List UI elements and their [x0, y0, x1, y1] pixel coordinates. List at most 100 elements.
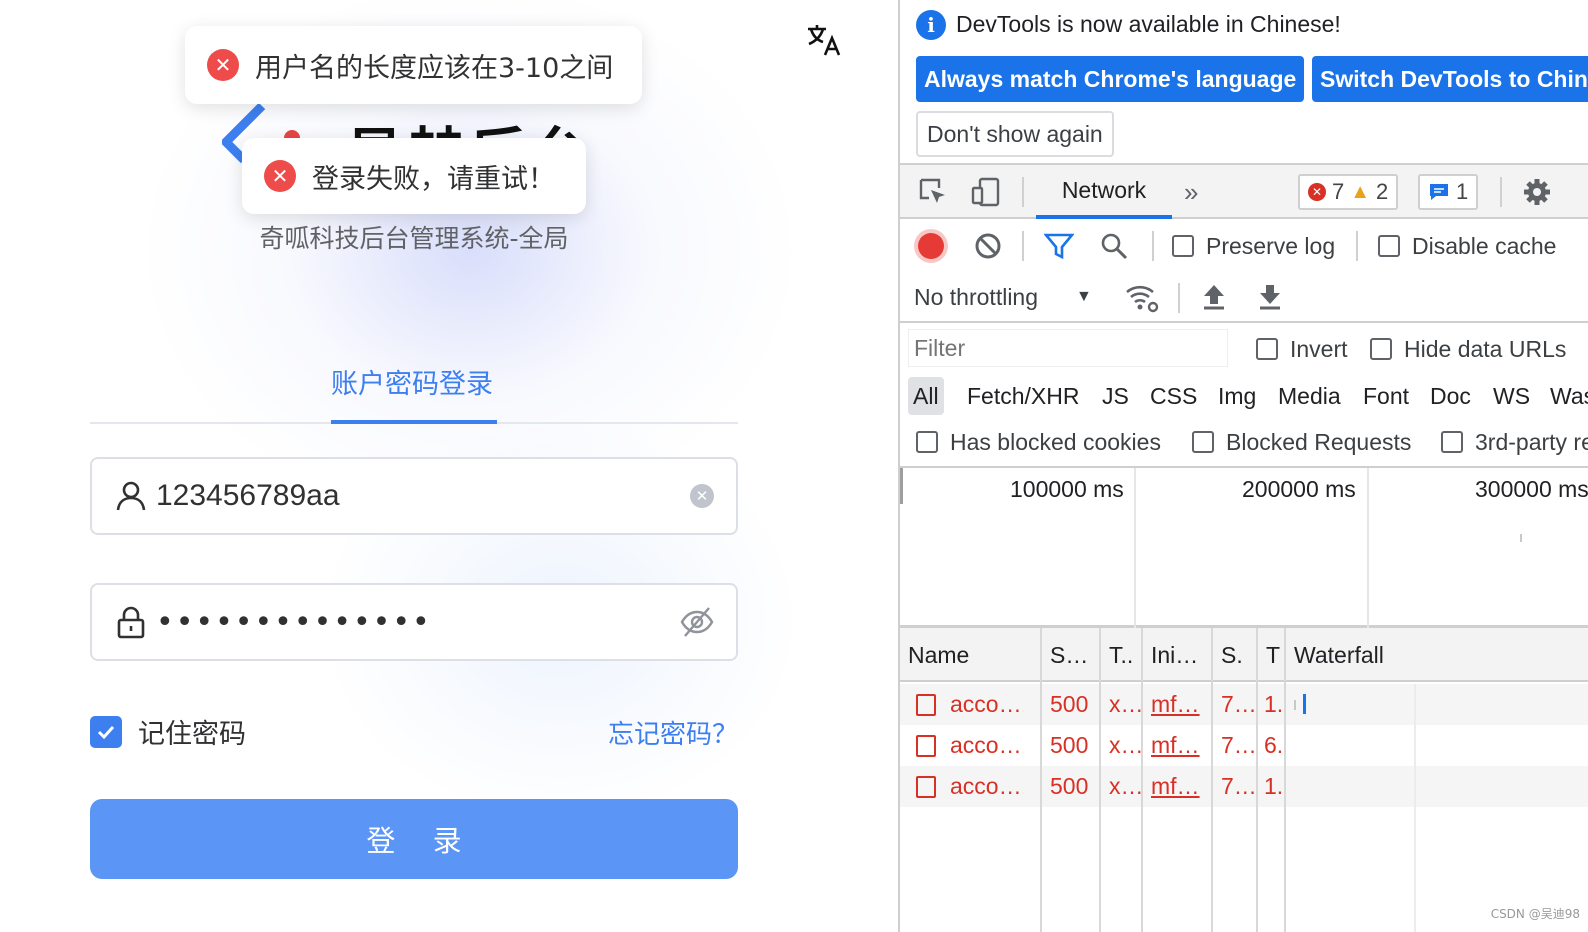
check-icon [97, 725, 115, 739]
request-status: 500 [1050, 732, 1089, 758]
remember-checkbox[interactable] [90, 715, 122, 748]
column-divider[interactable] [1256, 628, 1258, 932]
type-filter-all[interactable]: All [908, 377, 944, 415]
overview-tick: 200000 ms [1242, 476, 1356, 502]
preserve-log-label: Preserve log [1206, 232, 1336, 259]
tab-account-password-login[interactable]: 账户密码登录 [331, 362, 493, 401]
remember-label: 记住密码 [138, 719, 246, 750]
column-waterfall[interactable]: Waterfall [1286, 628, 1586, 682]
column-divider[interactable] [1040, 628, 1042, 932]
preserve-log-checkbox[interactable] [1172, 235, 1194, 257]
request-name: acco… [950, 691, 1022, 717]
table-row[interactable]: acco… 500 x… mf… 7… 1. [900, 766, 1588, 807]
invert-checkbox[interactable] [1256, 338, 1278, 360]
password-input[interactable]: •••••••••••••• [156, 605, 680, 640]
import-har-icon[interactable] [1200, 281, 1228, 311]
request-initiator[interactable]: mf… [1143, 725, 1213, 766]
toast-message: 用户名的长度应该在3-10之间 [255, 52, 614, 84]
table-row[interactable]: acco… 500 x… mf… 7… 6. [900, 725, 1588, 766]
type-filter-font[interactable]: Font [1358, 377, 1414, 415]
request-initiator[interactable]: mf… [1143, 684, 1213, 725]
disable-cache-option[interactable]: Disable cache [1378, 231, 1556, 261]
login-button[interactable]: 登 录 [90, 799, 738, 879]
forgot-password-link[interactable]: 忘记密码？ [608, 714, 738, 751]
third-party-option[interactable]: 3rd-party requests [1441, 427, 1588, 457]
blocked-requests-option[interactable]: Blocked Requests [1192, 427, 1411, 457]
always-match-language-button[interactable]: Always match Chrome's language [916, 56, 1304, 102]
third-party-checkbox[interactable] [1441, 431, 1463, 453]
type-filter-img[interactable]: Img [1213, 377, 1261, 415]
request-status-icon [908, 684, 938, 725]
column-size[interactable]: S. [1213, 628, 1261, 682]
blocked-requests-label: Blocked Requests [1226, 428, 1412, 455]
filter-icon[interactable] [1044, 232, 1074, 260]
table-header: Name S… T.. Ini… S. T Waterfall [900, 628, 1588, 682]
overview-tick: 300000 ms [1475, 476, 1588, 502]
type-filter-media[interactable]: Media [1273, 377, 1346, 415]
issues-counter[interactable]: 1 [1418, 174, 1479, 210]
column-status[interactable]: S… [1042, 628, 1100, 682]
disable-cache-label: Disable cache [1412, 232, 1557, 259]
record-button[interactable] [918, 233, 944, 259]
translate-icon[interactable] [806, 22, 842, 58]
hide-data-urls-option[interactable]: Hide data URLs [1370, 335, 1566, 363]
password-field[interactable]: •••••••••••••• [90, 583, 738, 661]
invert-option[interactable]: Invert [1256, 335, 1348, 363]
more-tabs-icon[interactable]: » [1184, 175, 1198, 209]
disable-cache-checkbox[interactable] [1378, 235, 1400, 257]
table-row[interactable]: acco… 500 x… mf… 7… 1. [900, 684, 1588, 725]
request-rows: acco… 500 x… mf… 7… 1. acco… 500 x… mf… … [900, 684, 1588, 932]
type-filter-wasm[interactable]: Wasm [1545, 377, 1588, 415]
clear-input-icon[interactable]: ✕ [690, 484, 714, 508]
overview-tick: 100000 ms [1010, 476, 1124, 502]
hide-data-urls-checkbox[interactable] [1370, 338, 1392, 360]
request-initiator[interactable]: mf… [1143, 766, 1213, 807]
inspect-element-icon[interactable] [918, 177, 948, 207]
type-filter-ws[interactable]: WS [1488, 377, 1535, 415]
error-icon: ✕ [264, 160, 296, 192]
dont-show-again-button[interactable]: Don't show again [916, 111, 1114, 157]
type-filter-fetch-xhr[interactable]: Fetch/XHR [962, 377, 1084, 415]
username-field[interactable]: ✕ [90, 457, 738, 535]
language-infobar: i DevTools is now available in Chinese! … [900, 0, 1588, 165]
error-warning-counter[interactable]: ✕ 7 ▲ 2 [1298, 174, 1399, 210]
device-toolbar-icon[interactable] [970, 176, 1002, 208]
page-subtitle: 奇呱科技后台管理系统-全局 [259, 224, 569, 253]
column-divider[interactable] [1211, 628, 1213, 932]
tab-network[interactable]: Network [1036, 165, 1172, 219]
toolbar-separator [1356, 231, 1358, 261]
username-input[interactable] [156, 479, 690, 513]
request-time: 6. [1264, 732, 1284, 758]
search-icon[interactable] [1100, 232, 1128, 260]
column-divider[interactable] [1141, 628, 1143, 932]
column-name[interactable]: Name [900, 628, 1040, 682]
infobar-message: DevTools is now available in Chinese! [956, 11, 1341, 37]
type-filter-js[interactable]: JS [1097, 377, 1134, 415]
blocked-requests-checkbox[interactable] [1192, 431, 1214, 453]
eye-hidden-icon[interactable] [680, 605, 714, 639]
clear-log-icon[interactable] [974, 232, 1002, 260]
throttling-value: No throttling [914, 283, 1039, 310]
export-har-icon[interactable] [1256, 281, 1284, 311]
type-filter-css[interactable]: CSS [1145, 377, 1202, 415]
throttling-select[interactable]: No throttling ▼ [914, 281, 1092, 313]
settings-gear-icon[interactable] [1522, 177, 1552, 207]
column-divider[interactable] [1099, 628, 1101, 932]
network-overview[interactable]: 100000 ms 200000 ms 300000 ms [900, 468, 1588, 628]
request-type: x… [1109, 732, 1143, 758]
has-blocked-cookies-option[interactable]: Has blocked cookies [916, 427, 1161, 457]
request-status: 500 [1050, 773, 1089, 799]
column-initiator[interactable]: Ini… [1143, 628, 1213, 682]
request-name: acco… [950, 773, 1022, 799]
type-filter-doc[interactable]: Doc [1425, 377, 1476, 415]
has-blocked-cookies-checkbox[interactable] [916, 431, 938, 453]
filter-input[interactable] [908, 329, 1228, 367]
remember-password[interactable]: 记住密码 [90, 712, 246, 751]
column-divider[interactable] [1284, 628, 1286, 932]
preserve-log-option[interactable]: Preserve log [1172, 231, 1335, 261]
switch-devtools-language-button[interactable]: Switch DevTools to Chinese [1312, 56, 1588, 102]
message-icon [1430, 184, 1448, 200]
network-conditions-icon[interactable] [1124, 281, 1160, 313]
column-time[interactable]: T [1262, 628, 1286, 682]
third-party-label: 3rd-party requests [1475, 428, 1588, 455]
